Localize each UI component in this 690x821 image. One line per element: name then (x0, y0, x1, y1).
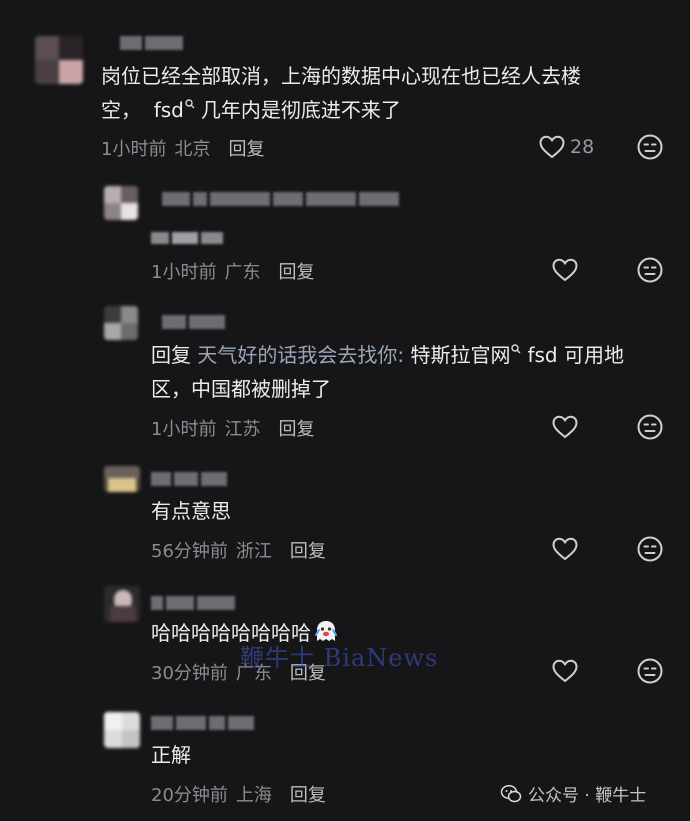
source-account: 公众号 · 鞭牛士 (528, 786, 647, 806)
dislike-button[interactable] (636, 657, 664, 685)
comment-location: 上海 (235, 785, 272, 806)
source-footer: 公众号 · 鞭牛士 (500, 781, 646, 806)
comment-time: 1小时前 (101, 139, 167, 160)
reply-button[interactable]: 回复 (228, 139, 264, 160)
comment-text: 回复 天气好的话我会去找你: 特斯拉官网 fsd 可用地 区，中国都被删掉了 (151, 338, 624, 406)
like-button[interactable]: 28 (538, 134, 594, 160)
mention-link[interactable]: 天气好的话我会去找你: (197, 343, 404, 367)
username-blurred[interactable] (151, 596, 235, 610)
comment-text: 正解 (151, 738, 191, 772)
search-icon (185, 99, 195, 109)
username-blurred[interactable] (162, 315, 225, 329)
comment-text-blurred (151, 232, 223, 244)
dislike-button[interactable] (636, 413, 664, 441)
heart-outline-icon (552, 659, 578, 683)
like-button[interactable] (551, 257, 579, 283)
comment-text-line: 岗位已经全部取消，上海的数据中心现在也已经人去楼 (101, 64, 581, 88)
comment-text: 岗位已经全部取消，上海的数据中心现在也已经人去楼 空， fsd 几年内是彻底进不来… (101, 59, 581, 127)
search-icon (511, 344, 521, 354)
comment-text-line: 区，中国都被删掉了 (151, 377, 331, 401)
heart-outline-icon (552, 537, 578, 561)
meh-face-icon (637, 536, 663, 562)
like-count: 28 (570, 136, 595, 158)
dislike-button[interactable] (636, 535, 664, 563)
wechat-icon (500, 784, 522, 802)
avatar[interactable] (104, 586, 140, 622)
heart-outline-icon (539, 135, 565, 159)
heart-outline-icon (552, 415, 578, 439)
meh-face-icon (637, 658, 663, 684)
comment-text-line: 正解 (151, 743, 191, 767)
comment-time: 56分钟前 (151, 541, 228, 562)
reply-button[interactable]: 回复 (290, 541, 326, 562)
comment-meta: 1小时前 北京 回复 (101, 135, 264, 161)
comment-meta: 20分钟前 上海 回复 (151, 781, 326, 807)
reply-button[interactable]: 回复 (278, 419, 314, 440)
dislike-button[interactable] (636, 256, 664, 284)
keyword-link[interactable]: fsd (527, 343, 557, 367)
dislike-button[interactable] (636, 133, 664, 161)
reply-prefix: 回复 (151, 343, 191, 367)
comment-text-line: 回复 天气好的话我会去找你: 特斯拉官网 fsd 可用地 (151, 343, 624, 367)
comment-location: 广东 (224, 262, 261, 283)
comment-text-line: 空， fsd 几年内是彻底进不来了 (101, 98, 401, 122)
meh-face-icon (637, 257, 663, 283)
comment-meta: 56分钟前 浙江 回复 (151, 537, 326, 563)
meh-face-icon (637, 134, 663, 160)
comment-time: 20分钟前 (151, 785, 228, 806)
avatar[interactable] (104, 466, 140, 492)
avatar[interactable] (104, 186, 138, 220)
reply-button[interactable]: 回复 (290, 785, 326, 806)
comment-location: 浙江 (235, 541, 272, 562)
comment-location: 北京 (174, 139, 211, 160)
username-blurred[interactable] (151, 472, 227, 486)
username-blurred[interactable] (120, 36, 183, 50)
comment-location: 江苏 (224, 419, 261, 440)
like-button[interactable] (551, 536, 579, 562)
watermark: 鞭牛士 BiaNews (240, 644, 439, 672)
keyword-link[interactable]: fsd (154, 98, 184, 122)
reply-button[interactable]: 回复 (278, 262, 314, 283)
username-blurred[interactable] (162, 192, 399, 206)
comment-time: 1小时前 (151, 262, 217, 283)
username-blurred[interactable] (151, 716, 254, 730)
meh-face-icon (637, 414, 663, 440)
comment-meta: 1小时前 江苏 回复 (151, 415, 314, 441)
like-button[interactable] (551, 658, 579, 684)
avatar[interactable] (35, 36, 83, 84)
avatar[interactable] (104, 306, 138, 340)
heart-outline-icon (552, 258, 578, 282)
comment-text-line: 有点意思 (151, 499, 231, 523)
comment-time: 1小时前 (151, 419, 217, 440)
like-button[interactable] (551, 414, 579, 440)
avatar[interactable] (104, 712, 140, 748)
comment-meta: 1小时前 广东 回复 (151, 258, 314, 284)
comment-text: 有点意思 (151, 494, 231, 528)
comment-time: 30分钟前 (151, 663, 228, 684)
